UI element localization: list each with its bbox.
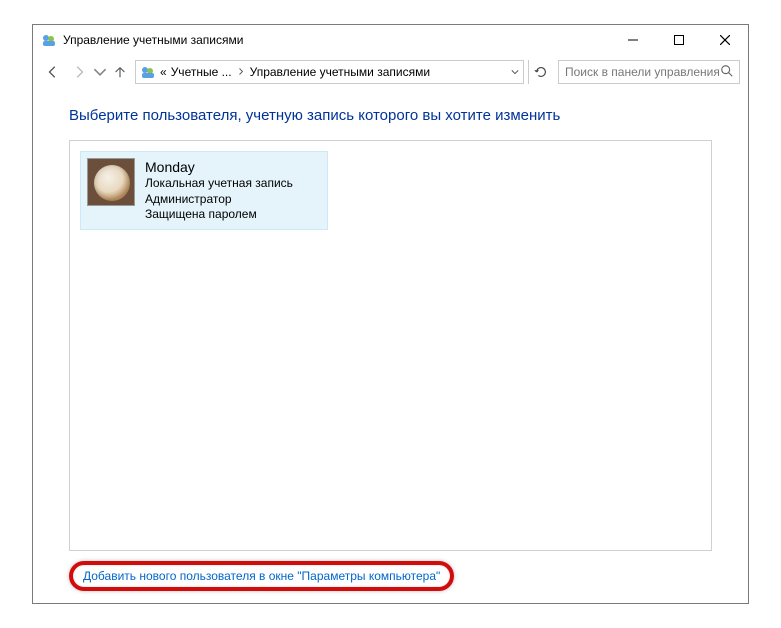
navigation-row: « Учетные ... Управление учетными запися… (33, 55, 748, 89)
add-user-link[interactable]: Добавить нового пользователя в окне "Пар… (83, 569, 440, 583)
user-card[interactable]: Monday Локальная учетная запись Админист… (80, 151, 328, 230)
search-icon[interactable] (720, 64, 734, 81)
account-type: Локальная учетная запись (145, 176, 293, 192)
user-info: Monday Локальная учетная запись Админист… (145, 158, 293, 223)
refresh-button[interactable] (528, 60, 552, 84)
highlight-annotation: Добавить нового пользователя в окне "Пар… (69, 561, 454, 591)
breadcrumb-prefix: « (160, 65, 167, 79)
user-accounts-icon (140, 64, 156, 80)
breadcrumb-segment[interactable]: Управление учетными записями (250, 65, 430, 79)
user-name: Monday (145, 158, 293, 176)
control-panel-window: Управление учетными записями (32, 24, 749, 604)
window-title: Управление учетными записями (63, 33, 243, 47)
back-button[interactable] (41, 60, 65, 84)
chevron-right-icon (236, 65, 246, 79)
maximize-button[interactable] (656, 25, 702, 55)
search-input[interactable] (565, 65, 720, 79)
search-box[interactable] (558, 60, 740, 84)
titlebar: Управление учетными записями (33, 25, 748, 55)
account-role: Администратор (145, 192, 293, 208)
history-dropdown[interactable] (93, 60, 107, 84)
forward-button[interactable] (67, 60, 91, 84)
minimize-button[interactable] (610, 25, 656, 55)
close-button[interactable] (702, 25, 748, 55)
user-list-panel: Monday Локальная учетная запись Админист… (69, 140, 712, 551)
avatar (87, 158, 135, 206)
account-protection: Защищена паролем (145, 207, 293, 223)
up-button[interactable] (109, 60, 131, 84)
user-accounts-icon (41, 32, 57, 48)
content-area: Выберите пользователя, учетную запись ко… (33, 89, 748, 603)
chevron-down-icon[interactable] (511, 65, 519, 79)
address-bar[interactable]: « Учетные ... Управление учетными запися… (135, 60, 524, 84)
breadcrumb-segment[interactable]: Учетные ... (171, 65, 232, 79)
page-heading: Выберите пользователя, учетную запись ко… (69, 107, 712, 124)
window-controls (610, 25, 748, 55)
